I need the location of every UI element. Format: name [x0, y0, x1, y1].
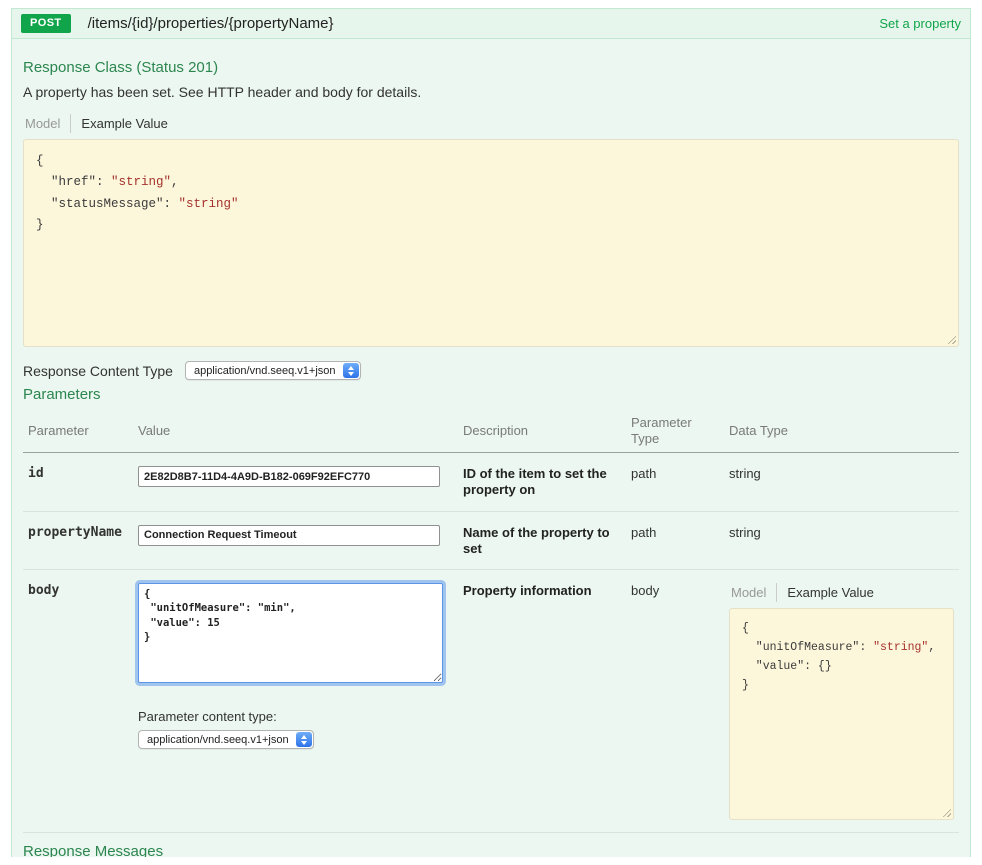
col-parameter: Parameter: [23, 411, 133, 453]
param-description: Name of the property to set: [458, 511, 626, 570]
select-stepper-icon: [343, 363, 359, 378]
body-example-json-box[interactable]: { "unitOfMeasure": "string", "value": {}…: [729, 608, 954, 820]
select-stepper-icon: [296, 732, 312, 747]
operation-path[interactable]: /items/{id}/properties/{propertyName}: [88, 15, 334, 32]
parameters-table: Parameter Value Description Parameter Ty…: [23, 411, 959, 833]
table-row-id: id ID of the item to set the property on…: [23, 453, 959, 512]
response-class-heading: Response Class (Status 201): [23, 59, 959, 76]
table-header-row: Parameter Value Description Parameter Ty…: [23, 411, 959, 453]
param-description: ID of the item to set the property on: [458, 453, 626, 512]
param-name: body: [23, 570, 133, 833]
col-value: Value: [133, 411, 458, 453]
tab-example-value[interactable]: Example Value: [777, 583, 883, 602]
table-row-propertyName: propertyName Name of the property to set…: [23, 511, 959, 570]
table-row-body: body { "unitOfMeasure": "min", "value": …: [23, 570, 959, 833]
select-value: application/vnd.seeq.v1+json: [147, 734, 289, 746]
tab-model[interactable]: Model: [23, 114, 71, 133]
response-messages-heading: Response Messages: [23, 843, 959, 857]
body-model-tabs: Model Example Value: [729, 583, 954, 602]
col-data-type: Data Type: [724, 411, 959, 453]
resize-grip-icon[interactable]: [940, 806, 951, 817]
param-description: Property information: [458, 570, 626, 833]
response-content-type-row: Response Content Type application/vnd.se…: [23, 361, 959, 380]
param-name: id: [23, 453, 133, 512]
json-code: { "href": "string", "statusMessage": "st…: [36, 154, 239, 232]
operation-header[interactable]: POST /items/{id}/properties/{propertyNam…: [11, 8, 971, 39]
response-content-type-select[interactable]: application/vnd.seeq.v1+json: [185, 361, 361, 380]
response-class-tabs: Model Example Value: [23, 114, 959, 133]
id-value-input[interactable]: [138, 466, 440, 487]
parameter-content-type-label: Parameter content type:: [138, 709, 453, 724]
operation-summary-link[interactable]: Set a property: [879, 16, 961, 31]
propertyName-value-input[interactable]: [138, 525, 440, 546]
param-data-type: string: [724, 511, 959, 570]
parameters-heading: Parameters: [23, 386, 959, 403]
post-method-badge: POST: [21, 14, 71, 33]
json-code: { "unitOfMeasure": "string", "value": {}…: [742, 622, 935, 691]
swagger-operation-panel: POST /items/{id}/properties/{propertyNam…: [11, 8, 971, 857]
param-name: propertyName: [23, 511, 133, 570]
response-content-type-label: Response Content Type: [23, 363, 173, 379]
col-description: Description: [458, 411, 626, 453]
operation-content: Response Class (Status 201) A property h…: [11, 39, 971, 857]
body-value-textarea[interactable]: { "unitOfMeasure": "min", "value": 15 }: [138, 583, 443, 683]
response-class-description: A property has been set. See HTTP header…: [23, 84, 959, 100]
param-data-type: string: [724, 453, 959, 512]
response-example-json-box[interactable]: { "href": "string", "statusMessage": "st…: [23, 139, 959, 347]
tab-model[interactable]: Model: [729, 583, 777, 602]
param-type: body: [626, 570, 724, 833]
param-type: path: [626, 511, 724, 570]
select-value: application/vnd.seeq.v1+json: [194, 365, 336, 377]
tab-example-value[interactable]: Example Value: [71, 114, 177, 133]
resize-grip-icon[interactable]: [945, 333, 956, 344]
parameter-content-type-select[interactable]: application/vnd.seeq.v1+json: [138, 730, 314, 749]
param-type: path: [626, 453, 724, 512]
col-parameter-type: Parameter Type: [626, 411, 724, 453]
